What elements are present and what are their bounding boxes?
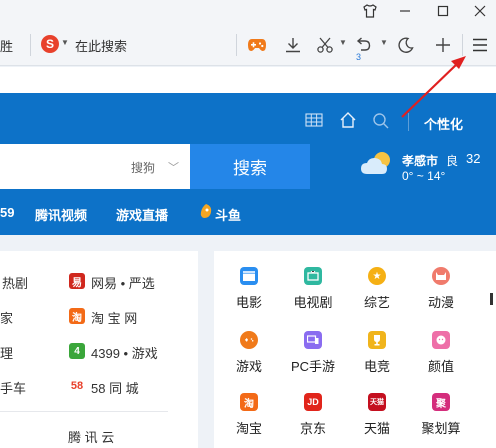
star-icon: ★ bbox=[368, 267, 386, 285]
app-grid-card: 电影 电视剧 ★ 综艺 动漫 游戏 PC手游 电竞 颜值 淘 淘宝 JD 京东 … bbox=[214, 251, 496, 448]
site-link-taobao[interactable]: 淘 宝 网 bbox=[91, 308, 137, 327]
tmall-icon: 天猫 bbox=[368, 393, 386, 411]
maximize-icon[interactable] bbox=[428, 0, 458, 22]
jd-icon: JD bbox=[304, 393, 322, 411]
weather-city[interactable]: 孝感市 bbox=[402, 152, 438, 169]
home-icon[interactable] bbox=[339, 111, 357, 132]
personalize-button[interactable]: 个性化 bbox=[424, 114, 463, 133]
divider bbox=[462, 34, 463, 56]
download-icon[interactable] bbox=[282, 34, 304, 56]
hero-link-tencent-video[interactable]: 腾讯视频 bbox=[35, 205, 87, 224]
taobao-icon: 淘 bbox=[240, 393, 258, 411]
game-controller-icon[interactable] bbox=[246, 34, 268, 56]
chevron-down-icon[interactable]: ▼ bbox=[339, 38, 347, 47]
chevron-down-icon[interactable]: ﹀ bbox=[168, 159, 179, 175]
close-icon[interactable] bbox=[465, 0, 495, 22]
tv-icon bbox=[304, 267, 322, 285]
site-link-tencent-cloud[interactable]: 腾 讯 云 bbox=[68, 427, 114, 446]
bookmarks-bar bbox=[0, 67, 496, 93]
window-controls bbox=[0, 0, 496, 24]
homepage-header: 个性化 搜狗 ﹀ 搜索 孝感市 良 32 0° ~ 14° 59 腾讯视频 游戏… bbox=[0, 93, 496, 235]
shirt-icon[interactable] bbox=[355, 0, 385, 22]
weather-range: 0° ~ 14° bbox=[402, 169, 446, 183]
minimize-icon[interactable] bbox=[390, 0, 420, 22]
chevron-down-icon[interactable]: ▼ bbox=[380, 38, 388, 47]
netease-icon: 易 bbox=[69, 273, 85, 289]
devices-icon bbox=[304, 331, 322, 349]
search-engine-selector[interactable]: 搜狗 bbox=[131, 159, 155, 176]
douyu-fish-icon bbox=[199, 203, 213, 219]
address-bar-fragment[interactable]: 胜 bbox=[0, 36, 13, 55]
juhuasuan-icon: 聚 bbox=[432, 393, 450, 411]
divider bbox=[408, 113, 409, 131]
trophy-icon bbox=[368, 331, 386, 349]
movie-clapper-icon bbox=[240, 267, 258, 285]
cut-off-item bbox=[490, 293, 493, 305]
game-controller-icon bbox=[240, 331, 258, 349]
4399-icon: 4 bbox=[69, 343, 85, 359]
site-link-netease-yanxuan[interactable]: 网易 • 严选 bbox=[91, 273, 155, 292]
cat-face-icon bbox=[432, 267, 450, 285]
undo-count-badge: 3 bbox=[356, 52, 362, 62]
search-button[interactable]: 搜索 bbox=[190, 144, 310, 189]
plus-icon[interactable] bbox=[432, 34, 454, 56]
site-link-4399[interactable]: 4399 • 游戏 bbox=[91, 343, 158, 362]
site-link-58[interactable]: 58 同 城 bbox=[91, 378, 139, 397]
homepage-search-input[interactable]: 搜狗 ﹀ bbox=[0, 144, 190, 189]
weather-cloud-sun-icon bbox=[360, 150, 394, 176]
58-icon: 58 bbox=[67, 378, 87, 394]
site-links-card: 热剧 家 理 手车 易 网易 • 严选 淘 淘 宝 网 4 4399 • 游戏 … bbox=[0, 251, 198, 448]
site-link[interactable]: 家 bbox=[0, 308, 13, 327]
scissors-icon[interactable] bbox=[314, 34, 336, 56]
search-engine-logo-icon[interactable]: S bbox=[41, 35, 59, 53]
chevron-down-icon[interactable]: ▼ bbox=[61, 38, 69, 47]
menu-icon[interactable] bbox=[469, 34, 491, 56]
face-icon bbox=[432, 331, 450, 349]
divider bbox=[30, 34, 31, 56]
divider bbox=[0, 411, 168, 412]
weather-air-quality: 良 bbox=[446, 154, 459, 168]
search-icon[interactable] bbox=[372, 112, 390, 133]
site-link[interactable]: 热剧 bbox=[2, 273, 28, 292]
hero-link-game-live[interactable]: 游戏直播 bbox=[116, 205, 168, 224]
site-link[interactable]: 手车 bbox=[0, 378, 26, 397]
hero-link[interactable]: 59 bbox=[0, 205, 14, 220]
moon-icon[interactable] bbox=[395, 34, 417, 56]
site-link[interactable]: 理 bbox=[0, 343, 13, 362]
grid-icon[interactable] bbox=[305, 113, 323, 130]
divider bbox=[236, 34, 237, 56]
toolbar-search-input[interactable]: 在此搜索 bbox=[75, 36, 127, 55]
hero-link-douyu[interactable]: 斗鱼 bbox=[215, 205, 241, 224]
browser-toolbar: 胜 S ▼ 在此搜索 ▼ 3 ▼ bbox=[0, 24, 496, 66]
taobao-icon: 淘 bbox=[69, 308, 85, 324]
weather-temperature: 32 bbox=[466, 151, 481, 166]
